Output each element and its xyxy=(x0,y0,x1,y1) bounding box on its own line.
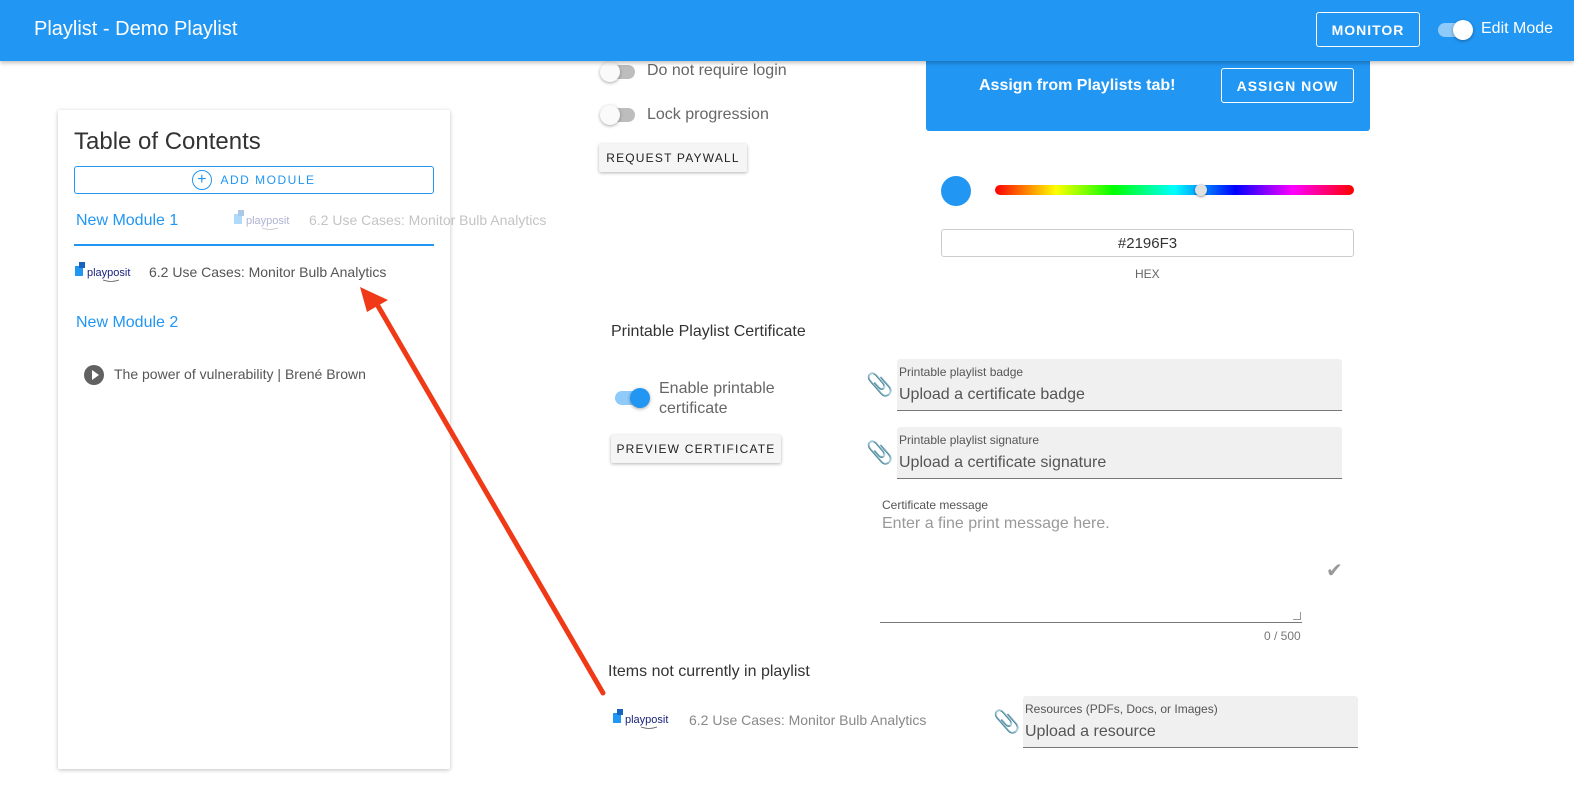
add-module-button[interactable]: + ADD MODULE xyxy=(74,166,434,194)
no-login-toggle[interactable] xyxy=(600,62,635,82)
not-in-playlist-title: Items not currently in playlist xyxy=(608,663,810,680)
dragging-item-ghost[interactable]: 6.2 Use Cases: Monitor Bulb Analytics xyxy=(309,212,546,228)
monitor-button[interactable]: MONITOR xyxy=(1316,12,1420,47)
assign-now-button[interactable]: ASSIGN NOW xyxy=(1221,68,1354,103)
playposit-logo-icon: playposit xyxy=(75,262,130,282)
add-module-label: ADD MODULE xyxy=(220,173,316,187)
badge-upload-field[interactable]: Printable playlist badge Upload a certif… xyxy=(897,359,1342,411)
drop-indicator-line xyxy=(74,244,434,246)
signature-caption: Printable playlist signature xyxy=(899,433,1040,447)
certificate-section-title: Printable Playlist Certificate xyxy=(611,323,806,340)
page-title: Playlist - Demo Playlist xyxy=(34,18,238,40)
request-paywall-button[interactable]: REQUEST PAYWALL xyxy=(599,144,747,172)
playposit-logo-icon: playposit xyxy=(613,709,668,729)
add-circle-icon: + xyxy=(192,170,213,190)
assign-banner: Assign from Playlists tab! ASSIGN NOW xyxy=(926,55,1370,131)
resize-grip-icon[interactable] xyxy=(1293,612,1301,620)
module-title-2[interactable]: New Module 2 xyxy=(76,314,178,332)
svg-text:playposit: playposit xyxy=(246,215,289,227)
module-item[interactable]: The power of vulnerability | Brené Brown xyxy=(114,366,366,382)
character-counter: 0 / 500 xyxy=(1264,629,1301,643)
resource-value: Upload a resource xyxy=(1025,723,1156,740)
edit-mode-toggle[interactable] xyxy=(1438,20,1473,40)
play-circle-icon xyxy=(84,365,104,385)
module-title-1[interactable]: New Module 1 xyxy=(76,212,178,230)
toggle-knob xyxy=(600,62,620,82)
message-caption: Certificate message xyxy=(882,498,989,512)
toggle-knob xyxy=(1453,20,1473,40)
message-placeholder: Enter a fine print message here. xyxy=(882,515,1110,532)
playposit-logo-icon: playposit xyxy=(234,210,289,230)
hex-label: HEX xyxy=(1135,267,1160,281)
svg-text:playposit: playposit xyxy=(87,267,130,279)
resource-upload-field[interactable]: Resources (PDFs, Docs, or Images) Upload… xyxy=(1023,696,1358,748)
svg-text:playposit: playposit xyxy=(625,714,668,726)
app-bar: Playlist - Demo Playlist MONITOR Edit Mo… xyxy=(0,0,1574,61)
enable-certificate-toggle[interactable] xyxy=(615,388,650,408)
paperclip-icon[interactable]: 📎 xyxy=(866,372,893,398)
preview-certificate-button[interactable]: PREVIEW CERTIFICATE xyxy=(611,435,781,463)
certificate-message-textarea[interactable]: Certificate message Enter a fine print m… xyxy=(880,495,1302,623)
no-login-label: Do not require login xyxy=(647,62,787,79)
enable-certificate-label: Enable printable certificate xyxy=(659,380,775,417)
hue-slider-thumb[interactable] xyxy=(1195,184,1207,196)
paperclip-icon[interactable]: 📎 xyxy=(993,709,1020,735)
check-icon[interactable]: ✔ xyxy=(1326,558,1343,583)
signature-upload-field[interactable]: Printable playlist signature Upload a ce… xyxy=(897,427,1342,479)
badge-caption: Printable playlist badge xyxy=(899,365,1024,379)
lock-progression-label: Lock progression xyxy=(647,106,769,123)
unassigned-item[interactable]: 6.2 Use Cases: Monitor Bulb Analytics xyxy=(689,712,926,728)
signature-value: Upload a certificate signature xyxy=(899,454,1107,471)
hex-color-input[interactable]: #2196F3 xyxy=(941,229,1354,257)
resource-caption: Resources (PDFs, Docs, or Images) xyxy=(1025,702,1218,716)
toc-title: Table of Contents xyxy=(74,128,261,155)
hue-slider[interactable] xyxy=(995,185,1354,195)
toggle-knob xyxy=(600,105,620,125)
color-preview-swatch xyxy=(941,176,971,206)
toggle-knob xyxy=(630,388,650,408)
assign-message: Assign from Playlists tab! xyxy=(979,77,1176,94)
badge-value: Upload a certificate badge xyxy=(899,386,1085,403)
lock-progression-toggle[interactable] xyxy=(600,105,635,125)
table-of-contents-card: Table of Contents + ADD MODULE New Modul… xyxy=(58,110,546,769)
module-item[interactable]: 6.2 Use Cases: Monitor Bulb Analytics xyxy=(149,264,386,280)
paperclip-icon[interactable]: 📎 xyxy=(866,440,893,466)
edit-mode-label: Edit Mode xyxy=(1481,20,1554,37)
